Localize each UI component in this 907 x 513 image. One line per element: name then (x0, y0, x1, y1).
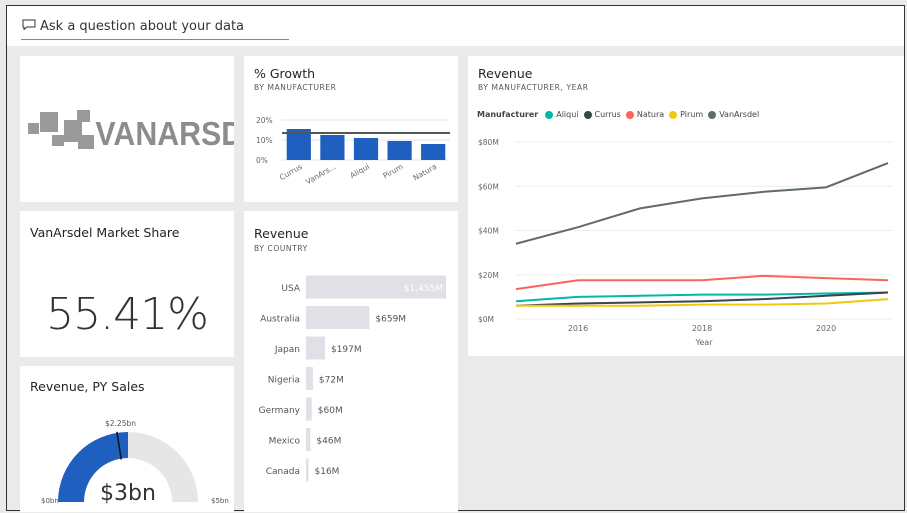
country-bar (306, 458, 309, 482)
growth-category-label: VanArs... (304, 162, 337, 186)
gauge-tile[interactable]: Revenue, PY Sales $2.25bn $0bn $5bn $3bn (20, 366, 234, 512)
market-share-title: VanArsdel Market Share (30, 225, 180, 240)
country-value-label: $659M (375, 315, 406, 325)
country-value-label: $46M (316, 437, 341, 447)
growth-category-label: Pirum (381, 162, 404, 181)
trend-line-pirum (516, 298, 889, 307)
revenue-country-tile[interactable]: Revenue BY COUNTRY USA $1,455M Australia $6… (244, 211, 458, 512)
country-category-label: Mexico (269, 437, 301, 447)
market-share-tile[interactable]: VanArsdel Market Share 55.41% (20, 211, 234, 357)
country-bar (306, 306, 370, 329)
growth-bar (320, 135, 345, 160)
trend-ytick-label: $80M (478, 138, 499, 147)
gauge-max-label: $5bn (211, 497, 229, 505)
svg-text:VANARSDEL: VANARSDEL (95, 115, 234, 152)
gauge-value-label: $3bn (100, 481, 156, 506)
trend-ytick-label: $20M (478, 271, 499, 280)
country-bar (306, 367, 313, 390)
qa-input[interactable]: Ask a question about your data (40, 19, 244, 34)
country-category-label: Nigeria (268, 376, 300, 386)
gauge-chart: $2.25bn $0bn $5bn $3bn (41, 419, 229, 506)
country-value-label: $197M (331, 345, 362, 355)
trend-line-vanarsdel (515, 162, 889, 245)
gauge-min-label: $0bn (41, 497, 59, 505)
market-share-value: 55.41% (46, 289, 209, 340)
growth-ytick-label: 0% (256, 156, 268, 165)
country-bar (306, 336, 325, 360)
trend-ytick-label: $40M (478, 227, 499, 236)
growth-bar (353, 138, 379, 160)
trend-xaxis-label: Year (695, 338, 714, 347)
country-chart: USA $1,455M Australia $659M Japan $197M Nigeri… (259, 275, 446, 482)
country-category-label: Australia (260, 315, 300, 325)
revenue-trend-tile[interactable]: Revenue BY MANUFACTURER, YEAR Manufactur… (468, 56, 904, 356)
trend-chart: $80M $60M $40M $20M $0M 2016 2018 2020 Year (478, 138, 892, 347)
logo-tile[interactable]: VANARSDEL (20, 56, 234, 202)
country-bar (306, 397, 312, 421)
country-category-label: Germany (259, 406, 301, 416)
trend-xtick-label: 2020 (816, 324, 836, 333)
trend-ytick-label: $60M (478, 182, 499, 191)
country-value-label: $1,455M (404, 284, 443, 294)
trend-xtick-label: 2018 (692, 324, 712, 333)
growth-ytick-label: 10% (256, 136, 273, 145)
country-bar (306, 428, 311, 451)
dashboard-frame: Ask a question about your data VANARSDEL… (6, 5, 905, 512)
vanarsdel-logo: VANARSDEL (28, 110, 234, 152)
qa-underline (21, 39, 289, 40)
trend-line-natura (515, 274, 889, 291)
growth-category-label: Currus (278, 162, 304, 182)
country-category-label: Canada (266, 467, 300, 477)
country-value-label: $72M (319, 376, 344, 386)
qa-bar[interactable]: Ask a question about your data (7, 6, 904, 46)
growth-category-label: Natura (412, 162, 439, 183)
country-value-label: $60M (318, 406, 343, 416)
country-category-label: USA (281, 284, 300, 294)
growth-category-label: Aliqui (348, 162, 371, 180)
trend-ytick-label: $0M (478, 315, 494, 324)
country-category-label: Japan (274, 345, 300, 355)
country-value-label: $16M (315, 467, 340, 477)
chat-bubble-icon (22, 19, 36, 30)
trend-xtick-label: 2016 (568, 324, 588, 333)
growth-bar (387, 141, 412, 160)
growth-bar (421, 144, 446, 160)
growth-chart: 20% 10% 0% Currus VanArs... Aliqui Pirum Natura (256, 116, 450, 186)
gauge-target-label: $2.25bn (105, 419, 136, 428)
growth-tile[interactable]: % Growth BY MANUFACTURER 20% 10% 0% Currus V… (244, 56, 458, 202)
growth-ytick-label: 20% (256, 116, 273, 125)
trend-line-aliqui (515, 291, 889, 303)
